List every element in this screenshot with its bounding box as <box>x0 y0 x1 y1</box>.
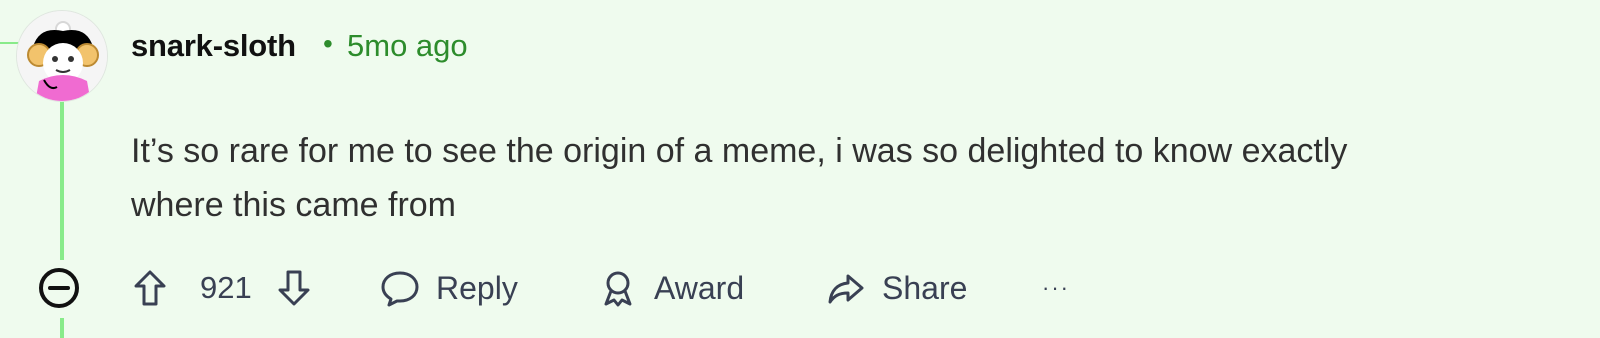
collapse-button[interactable] <box>37 266 81 310</box>
vote-score: 921 <box>200 270 252 305</box>
reply-label: Reply <box>436 269 518 306</box>
comment-line: It’s so rare for me to see the origin of… <box>131 132 1348 170</box>
reply-button[interactable]: Reply <box>378 258 518 318</box>
username[interactable]: snark-sloth <box>131 28 296 64</box>
upvote-button[interactable] <box>128 258 172 318</box>
chat-bubble-icon <box>381 271 419 307</box>
separator: • <box>323 28 333 59</box>
avatar[interactable] <box>16 10 108 102</box>
user-avatar-icon <box>17 11 107 101</box>
timestamp[interactable]: 5mo ago <box>347 28 468 64</box>
award-button[interactable]: Award <box>596 258 744 318</box>
thread-line[interactable] <box>60 318 64 338</box>
minus-circle-icon <box>39 268 79 308</box>
comment-action-bar: 921 Reply Award Share ··· <box>0 258 1600 318</box>
award-label: Award <box>654 269 745 306</box>
share-label: Share <box>882 269 968 306</box>
downvote-button[interactable] <box>272 258 316 318</box>
award-icon <box>604 271 632 307</box>
share-icon <box>828 274 864 304</box>
thread-line[interactable] <box>60 100 64 260</box>
more-options-icon: ··· <box>1042 275 1070 300</box>
arrow-down-icon <box>278 270 310 306</box>
comment-line: where this came from <box>131 186 456 224</box>
comment-body: It’s so rare for me to see the origin of… <box>131 124 1591 232</box>
more-options-button[interactable]: ··· <box>1042 258 1070 318</box>
arrow-up-icon <box>134 270 166 306</box>
share-button[interactable]: Share <box>824 258 967 318</box>
